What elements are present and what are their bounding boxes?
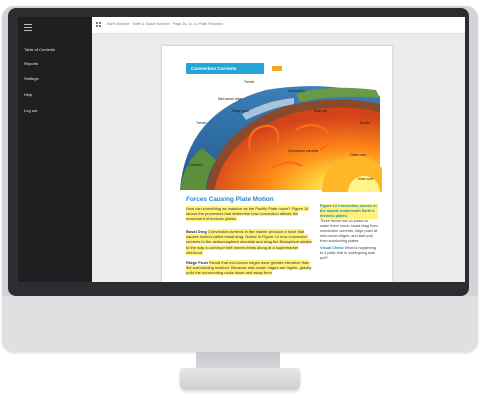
label-slab-pull: Slab pull — [314, 109, 327, 113]
sidebar: Table of Contents Reports Settings Help … — [18, 17, 92, 282]
monitor-chin — [2, 296, 478, 352]
breadcrumb: Earth Science · Earth & Space Science · … — [107, 22, 223, 26]
paragraph-2: Basal Drag Convection currents in the ma… — [186, 229, 314, 255]
banner-tab-icon — [272, 66, 282, 71]
label-inner-core: Inner core — [358, 177, 373, 181]
side-text: Three forces act on plates to make them … — [320, 219, 378, 243]
sidebar-item-settings[interactable]: Settings — [24, 76, 38, 81]
label-convection-currents: Convection currents — [288, 149, 318, 153]
paragraph-1-text: How can something as massive as the Paci… — [186, 206, 309, 222]
reader-content: Convection Currents Trench Mid-ocean rid… — [92, 34, 465, 282]
figure-caption: Figure 14 Convection occurs in the mantl… — [320, 204, 378, 219]
label-trench: Trench — [244, 80, 255, 84]
label-continent: Continent — [188, 163, 203, 167]
paragraph-3: Ridge Push Recall that mid-ocean ridges … — [186, 260, 314, 276]
label-outer-core: Outer core — [350, 153, 366, 157]
sidebar-item-reports[interactable]: Reports — [24, 61, 38, 66]
section-heading: Forces Causing Plate Motion — [186, 196, 274, 203]
screen: Table of Contents Reports Settings Help … — [18, 17, 465, 282]
textbook-page[interactable]: Convection Currents Trench Mid-ocean rid… — [162, 46, 392, 282]
label-mantle: Mantle — [360, 121, 370, 125]
sidebar-item-log-out[interactable]: Log out — [24, 108, 37, 113]
hamburger-menu-icon[interactable] — [24, 24, 32, 31]
convection-figure: Trench Mid-ocean ridge Ridge push Subduc… — [180, 80, 382, 192]
label-ridge-push: Ridge push — [232, 109, 249, 113]
grid-icon[interactable] — [96, 22, 102, 28]
label-subduction: Subduction — [288, 89, 305, 93]
visual-check-label: Visual Check — [320, 246, 344, 250]
visual-check: Visual Check What is happening to a plat… — [320, 246, 378, 261]
sidebar-item-help[interactable]: Help — [24, 92, 32, 97]
section-title: Convection Currents — [191, 66, 237, 71]
label-trench-2: Trench — [196, 121, 207, 125]
top-bar: Earth Science · Earth & Space Science · … — [92, 17, 465, 34]
monitor-stand-base — [180, 368, 300, 390]
label-mid-ocean-ridge: Mid-ocean ridge — [218, 97, 242, 101]
paragraph-1: How can something as massive as the Paci… — [186, 206, 314, 222]
sidebar-item-table-of-contents[interactable]: Table of Contents — [24, 47, 55, 52]
side-column: Figure 14 Convection occurs in the mantl… — [320, 204, 378, 261]
